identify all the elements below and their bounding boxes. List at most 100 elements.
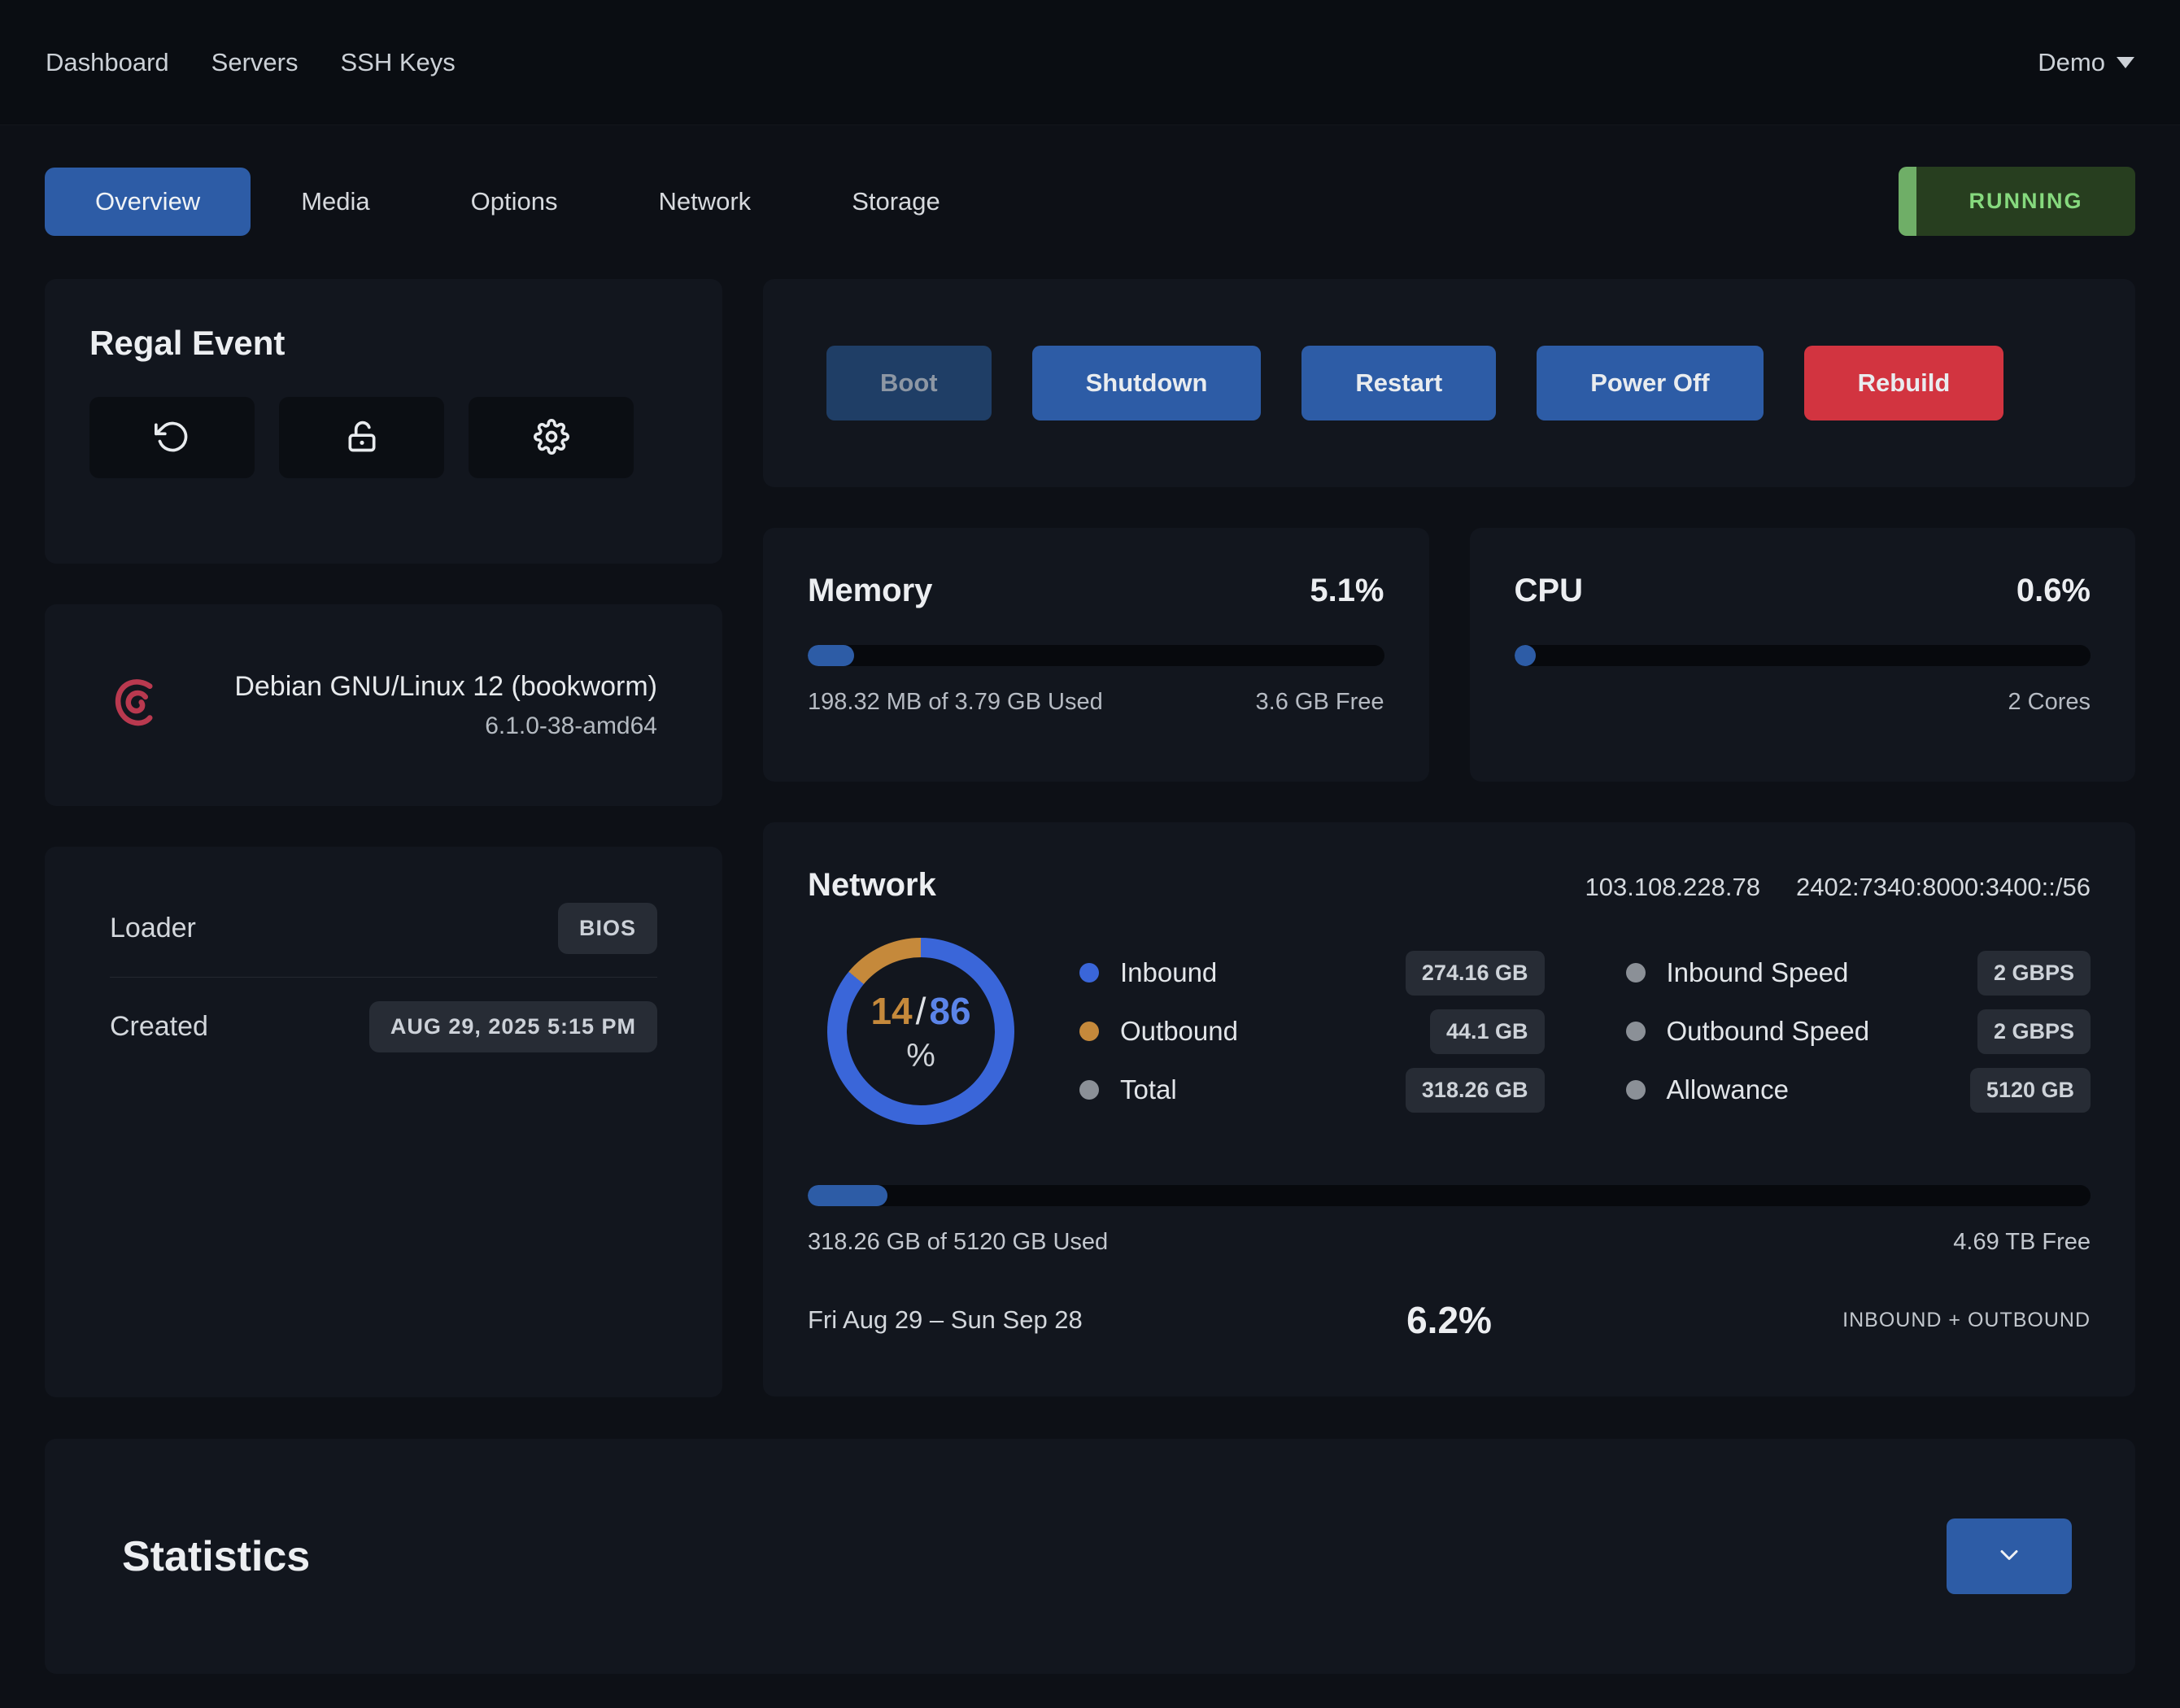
donut-unit: % <box>906 1038 935 1074</box>
allowance-badge: 5120 GB <box>1970 1068 2091 1113</box>
ipv6-address: 2402:7340:8000:3400::/56 <box>1796 873 2091 902</box>
inbound-label: Inbound <box>1120 957 1217 988</box>
bandwidth-percent: 6.2% <box>1236 1298 1663 1342</box>
top-nav: Dashboard Servers SSH Keys Demo <box>0 0 2180 125</box>
restart-icon <box>155 419 190 457</box>
settings-quick-button[interactable] <box>469 397 634 478</box>
restart-button[interactable]: Restart <box>1301 346 1496 420</box>
tab-storage[interactable]: Storage <box>801 168 991 236</box>
cpu-cores: 2 Cores <box>2008 689 2091 716</box>
nav-item-dashboard[interactable]: Dashboard <box>46 48 169 77</box>
server-quick-actions <box>89 397 678 478</box>
statistics-card: Statistics <box>45 1439 2135 1674</box>
billing-period-range: Fri Aug 29 – Sun Sep 28 <box>808 1305 1236 1335</box>
memory-title: Memory <box>808 573 932 609</box>
unlock-quick-button[interactable] <box>279 397 444 478</box>
gear-icon <box>534 419 569 457</box>
loader-row: Loader BIOS <box>110 879 657 977</box>
bandwidth-used: 318.26 GB of 5120 GB Used <box>808 1229 1108 1256</box>
donut-inbound-percent: 86 <box>929 990 970 1032</box>
bandwidth-caption: INBOUND + OUTBOUND <box>1663 1309 2091 1332</box>
tab-bar: Overview Media Options Network Storage R… <box>45 167 2135 236</box>
memory-progress-fill <box>808 645 854 666</box>
network-addresses: 103.108.228.78 2402:7340:8000:3400::/56 <box>1585 873 2091 902</box>
status-badge: RUNNING <box>1899 167 2135 236</box>
total-label: Total <box>1120 1074 1177 1105</box>
tab-media[interactable]: Media <box>251 168 420 236</box>
boot-button[interactable]: Boot <box>826 346 992 420</box>
bandwidth-progress-fill <box>808 1185 887 1206</box>
memory-percent: 5.1% <box>1310 573 1384 609</box>
meters-row: Memory 5.1% 198.32 MB of 3.79 GB Used 3.… <box>763 528 2135 782</box>
chevron-down-icon <box>1995 1540 2024 1572</box>
rebuild-button[interactable]: Rebuild <box>1804 346 2004 420</box>
cpu-percent: 0.6% <box>2016 573 2091 609</box>
power-off-button[interactable]: Power Off <box>1537 346 1763 420</box>
created-row: Created AUG 29, 2025 5:15 PM <box>110 978 657 1075</box>
statistics-expand-button[interactable] <box>1947 1518 2072 1594</box>
network-stats: Inbound Speed 2 GBPS Outbound Speed 2 GB… <box>1626 951 2091 1112</box>
total-dot-icon <box>1079 1080 1099 1100</box>
memory-used: 198.32 MB of 3.79 GB Used <box>808 689 1103 716</box>
nav-item-servers[interactable]: Servers <box>211 48 299 77</box>
donut-outbound-percent: 14 <box>870 990 912 1032</box>
inbound-speed-badge: 2 GBPS <box>1977 951 2091 996</box>
tab-overview[interactable]: Overview <box>45 168 251 236</box>
loader-value-badge: BIOS <box>558 903 657 954</box>
created-label: Created <box>110 1011 208 1043</box>
user-menu[interactable]: Demo <box>2038 48 2134 77</box>
traffic-donut-chart: 14/86 % <box>827 938 1014 1125</box>
outbound-dot-icon <box>1079 1022 1099 1041</box>
legend-row-outbound: Outbound 44.1 GB <box>1079 1009 1545 1053</box>
stats-row-inbound-speed: Inbound Speed 2 GBPS <box>1626 951 2091 995</box>
outbound-speed-dot-icon <box>1626 1022 1646 1041</box>
memory-free: 3.6 GB Free <box>1256 689 1384 716</box>
os-name: Debian GNU/Linux 12 (bookworm) <box>234 671 657 703</box>
network-title: Network <box>808 867 936 904</box>
memory-card: Memory 5.1% 198.32 MB of 3.79 GB Used 3.… <box>763 528 1429 782</box>
total-value-badge: 318.26 GB <box>1406 1068 1545 1113</box>
cpu-title: CPU <box>1515 573 1583 609</box>
outbound-speed-badge: 2 GBPS <box>1977 1009 2091 1054</box>
allowance-label: Allowance <box>1667 1074 1789 1105</box>
stats-row-outbound-speed: Outbound Speed 2 GBPS <box>1626 1009 2091 1053</box>
stats-row-allowance: Allowance 5120 GB <box>1626 1068 2091 1112</box>
cpu-card: CPU 0.6% 2 Cores <box>1470 528 2136 782</box>
shutdown-button[interactable]: Shutdown <box>1032 346 1262 420</box>
legend-row-inbound: Inbound 274.16 GB <box>1079 951 1545 995</box>
inbound-value-badge: 274.16 GB <box>1406 951 1545 996</box>
inbound-dot-icon <box>1079 963 1099 983</box>
created-value-badge: AUG 29, 2025 5:15 PM <box>369 1001 657 1052</box>
cpu-progress-fill <box>1515 645 1536 666</box>
details-card: Loader BIOS Created AUG 29, 2025 5:15 PM <box>45 847 722 1397</box>
tab-network[interactable]: Network <box>608 168 801 236</box>
status-badge-stripe <box>1899 167 1916 236</box>
outbound-speed-label: Outbound Speed <box>1667 1016 1870 1047</box>
user-menu-label: Demo <box>2038 48 2105 77</box>
main-content: Overview Media Options Network Storage R… <box>0 167 2180 1708</box>
restart-quick-button[interactable] <box>89 397 255 478</box>
inbound-speed-label: Inbound Speed <box>1667 957 1849 988</box>
loader-label: Loader <box>110 913 196 944</box>
power-actions-card: Boot Shutdown Restart Power Off Rebuild <box>763 279 2135 487</box>
right-column: Boot Shutdown Restart Power Off Rebuild … <box>763 279 2135 1397</box>
tabs: Overview Media Options Network Storage <box>45 168 991 236</box>
server-title: Regal Event <box>89 324 678 363</box>
allowance-dot-icon <box>1626 1080 1646 1100</box>
traffic-legend: Inbound 274.16 GB Outbound 44.1 GB Total <box>1079 951 1545 1112</box>
nav-links: Dashboard Servers SSH Keys <box>46 48 456 77</box>
donut-center: 14/86 % <box>847 957 995 1105</box>
unlock-icon <box>344 419 380 457</box>
memory-progress-track <box>808 645 1384 666</box>
server-card: Regal Event <box>45 279 722 564</box>
donut-separator: / <box>913 990 930 1032</box>
debian-logo <box>110 673 167 738</box>
cpu-progress-track <box>1515 645 2091 666</box>
legend-row-total: Total 318.26 GB <box>1079 1068 1545 1112</box>
os-kernel: 6.1.0-38-amd64 <box>234 712 657 740</box>
statistics-title: Statistics <box>122 1532 310 1581</box>
nav-item-ssh-keys[interactable]: SSH Keys <box>340 48 455 77</box>
left-column: Regal Event <box>45 279 722 1397</box>
tab-options[interactable]: Options <box>421 168 608 236</box>
outbound-value-badge: 44.1 GB <box>1430 1009 1545 1054</box>
